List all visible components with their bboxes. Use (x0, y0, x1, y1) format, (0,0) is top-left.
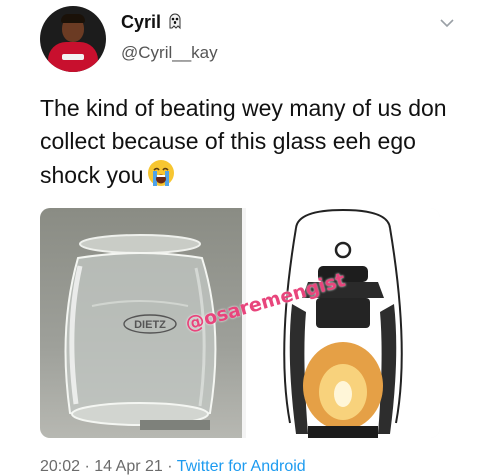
display-name[interactable]: Cyril (121, 12, 161, 33)
chevron-down-icon[interactable] (440, 18, 454, 28)
tweet-source-link[interactable]: Twitter for Android (177, 458, 306, 475)
user-handle[interactable]: @Cyril__kay (121, 43, 218, 63)
glass-brand-label: DIETZ (134, 319, 166, 331)
tweet-metadata: 20:02 · 14 Apr 21 · Twitter for Android (40, 458, 306, 476)
ghost-emoji-icon (169, 13, 181, 30)
lantern-illustration (283, 208, 403, 438)
meta-separator: · (84, 458, 90, 475)
glass-brand-mark: DIETZ (123, 314, 177, 334)
tweet-text-body: The kind of beating wey many of us don c… (40, 95, 447, 188)
tweet-date: 14 Apr 21 (94, 458, 163, 475)
meta-separator: · (167, 458, 173, 475)
photo-hurricane-lantern[interactable] (246, 208, 440, 438)
tweet-card: Cyril @Cyril__kay The kind of beating we… (0, 0, 480, 476)
avatar-shirt-logo (62, 54, 84, 60)
avatar[interactable] (40, 6, 106, 72)
tweet-text: The kind of beating wey many of us don c… (40, 92, 460, 192)
loudly-crying-face-icon (147, 160, 174, 186)
avatar-hair (61, 14, 85, 23)
tweet-time: 20:02 (40, 458, 81, 475)
media-grid[interactable]: DIETZ @osaremengist (40, 208, 440, 438)
